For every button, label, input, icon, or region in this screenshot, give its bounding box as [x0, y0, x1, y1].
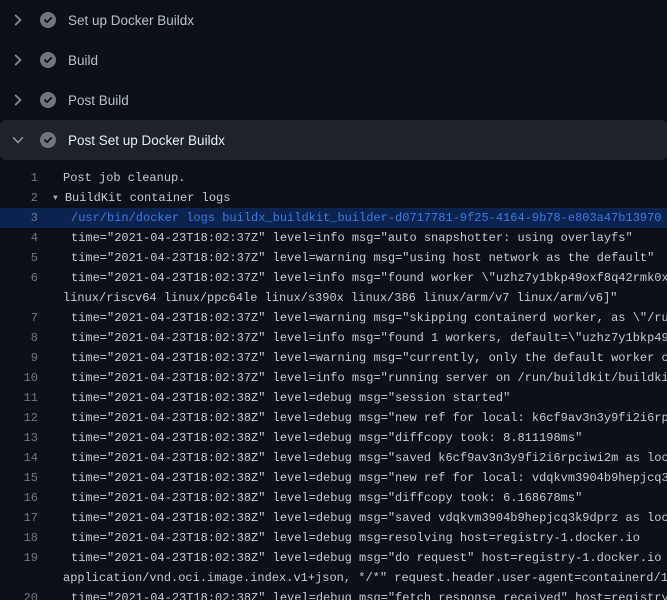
log-line-continuation: linux/riscv64 linux/ppc64le linux/s390x …: [0, 288, 667, 308]
log-line-continuation: application/vnd.oci.image.index.v1+json,…: [0, 568, 667, 588]
log-line: 9time="2021-04-23T18:02:37Z" level=warni…: [0, 348, 667, 368]
group-collapse-icon[interactable]: ▼: [53, 189, 58, 209]
check-circle-icon: [40, 132, 56, 148]
step-label: Set up Docker Buildx: [68, 13, 194, 28]
step-header-build[interactable]: Build: [0, 40, 667, 80]
steps-list: Set up Docker Buildx Build Post Build Post …: [0, 0, 667, 160]
log-line-text: time="2021-04-23T18:02:38Z" level=debug …: [44, 588, 667, 600]
log-line-text: time="2021-04-23T18:02:38Z" level=debug …: [44, 508, 667, 528]
log-line-command: 3/usr/bin/docker logs buildx_buildkit_bu…: [0, 208, 667, 228]
log-line-text: time="2021-04-23T18:02:38Z" level=debug …: [44, 468, 667, 488]
log-line-number[interactable]: 19: [0, 548, 44, 568]
check-circle-icon: [40, 52, 56, 68]
log-line: 17time="2021-04-23T18:02:38Z" level=debu…: [0, 508, 667, 528]
log-line: 18time="2021-04-23T18:02:38Z" level=debu…: [0, 528, 667, 548]
chevron-right-icon[interactable]: [10, 52, 26, 68]
log-line-text: time="2021-04-23T18:02:37Z" level=info m…: [44, 368, 667, 388]
log-line-text: /usr/bin/docker logs buildx_buildkit_bui…: [44, 208, 662, 228]
log-line-number[interactable]: 9: [0, 348, 44, 368]
log-line-text: linux/riscv64 linux/ppc64le linux/s390x …: [44, 288, 618, 308]
log-line-text: time="2021-04-23T18:02:37Z" level=info m…: [44, 228, 633, 248]
log-line-number[interactable]: 5: [0, 248, 44, 268]
log-line-number-empty: [0, 568, 44, 588]
log-line-number[interactable]: 3: [0, 208, 44, 228]
log-line-text: time="2021-04-23T18:02:38Z" level=debug …: [44, 448, 667, 468]
log-line: 16time="2021-04-23T18:02:38Z" level=debu…: [0, 488, 667, 508]
log-line: 4time="2021-04-23T18:02:37Z" level=info …: [0, 228, 667, 248]
log-line: 12time="2021-04-23T18:02:38Z" level=debu…: [0, 408, 667, 428]
step-label: Build: [68, 53, 98, 68]
chevron-down-icon[interactable]: [10, 132, 26, 148]
log-line: 14time="2021-04-23T18:02:38Z" level=debu…: [0, 448, 667, 468]
log-line: 20time="2021-04-23T18:02:38Z" level=debu…: [0, 588, 667, 600]
log-line-text: time="2021-04-23T18:02:37Z" level=info m…: [44, 328, 667, 348]
log-line-number-empty: [0, 288, 44, 308]
log-line-text: time="2021-04-23T18:02:38Z" level=debug …: [44, 388, 510, 408]
log-line-text: time="2021-04-23T18:02:38Z" level=debug …: [44, 528, 640, 548]
log-line-number[interactable]: 10: [0, 368, 44, 388]
log-line-number[interactable]: 7: [0, 308, 44, 328]
log-viewer: 1Post job cleanup.2 ▼ BuildKit container l…: [0, 160, 667, 600]
step-label: Post Build: [68, 93, 129, 108]
log-line-number[interactable]: 17: [0, 508, 44, 528]
log-line-text: ▼ BuildKit container logs: [44, 188, 230, 208]
log-line-number[interactable]: 16: [0, 488, 44, 508]
log-line-text: time="2021-04-23T18:02:37Z" level=info m…: [44, 268, 667, 288]
log-line: 5time="2021-04-23T18:02:37Z" level=warni…: [0, 248, 667, 268]
log-line-number[interactable]: 15: [0, 468, 44, 488]
step-header-post-set-up-docker-buildx[interactable]: Post Set up Docker Buildx: [0, 120, 667, 160]
log-line: 19time="2021-04-23T18:02:38Z" level=debu…: [0, 548, 667, 568]
log-line-number[interactable]: 18: [0, 528, 44, 548]
log-line-number[interactable]: 6: [0, 268, 44, 288]
log-line-number[interactable]: 2: [0, 188, 44, 208]
log-line: 11time="2021-04-23T18:02:38Z" level=debu…: [0, 388, 667, 408]
log-line-text: time="2021-04-23T18:02:37Z" level=warnin…: [44, 248, 654, 268]
chevron-right-icon[interactable]: [10, 12, 26, 28]
log-line: 13time="2021-04-23T18:02:38Z" level=debu…: [0, 428, 667, 448]
log-line-number[interactable]: 13: [0, 428, 44, 448]
check-circle-icon: [40, 12, 56, 28]
log-line-text: Post job cleanup.: [44, 168, 185, 188]
log-line: 1Post job cleanup.: [0, 168, 667, 188]
log-line-text: time="2021-04-23T18:02:37Z" level=warnin…: [44, 348, 667, 368]
chevron-right-icon[interactable]: [10, 92, 26, 108]
log-line: 15time="2021-04-23T18:02:38Z" level=debu…: [0, 468, 667, 488]
log-line: 8time="2021-04-23T18:02:37Z" level=info …: [0, 328, 667, 348]
log-line: 6time="2021-04-23T18:02:37Z" level=info …: [0, 268, 667, 288]
log-line-number[interactable]: 20: [0, 588, 44, 600]
log-line[interactable]: 2 ▼ BuildKit container logs: [0, 188, 667, 208]
step-header-post-build[interactable]: Post Build: [0, 80, 667, 120]
log-line-number[interactable]: 1: [0, 168, 44, 188]
log-line-text: time="2021-04-23T18:02:38Z" level=debug …: [44, 488, 582, 508]
check-circle-icon: [40, 92, 56, 108]
log-line-number[interactable]: 14: [0, 448, 44, 468]
log-line: 10time="2021-04-23T18:02:37Z" level=info…: [0, 368, 667, 388]
log-line-text: time="2021-04-23T18:02:38Z" level=debug …: [44, 548, 667, 568]
log-line-text: time="2021-04-23T18:02:37Z" level=warnin…: [44, 308, 667, 328]
log-line: 7time="2021-04-23T18:02:37Z" level=warni…: [0, 308, 667, 328]
workflow-log-panel: Set up Docker Buildx Build Post Build Post …: [0, 0, 667, 600]
log-line-text: time="2021-04-23T18:02:38Z" level=debug …: [44, 408, 667, 428]
log-line-text: application/vnd.oci.image.index.v1+json,…: [44, 568, 667, 588]
log-line-number[interactable]: 12: [0, 408, 44, 428]
log-line-text: time="2021-04-23T18:02:38Z" level=debug …: [44, 428, 582, 448]
group-title: BuildKit container logs: [65, 191, 231, 205]
step-label: Post Set up Docker Buildx: [68, 133, 225, 148]
log-line-number[interactable]: 8: [0, 328, 44, 348]
log-line-number[interactable]: 4: [0, 228, 44, 248]
step-header-set-up-docker-buildx[interactable]: Set up Docker Buildx: [0, 0, 667, 40]
log-line-number[interactable]: 11: [0, 388, 44, 408]
